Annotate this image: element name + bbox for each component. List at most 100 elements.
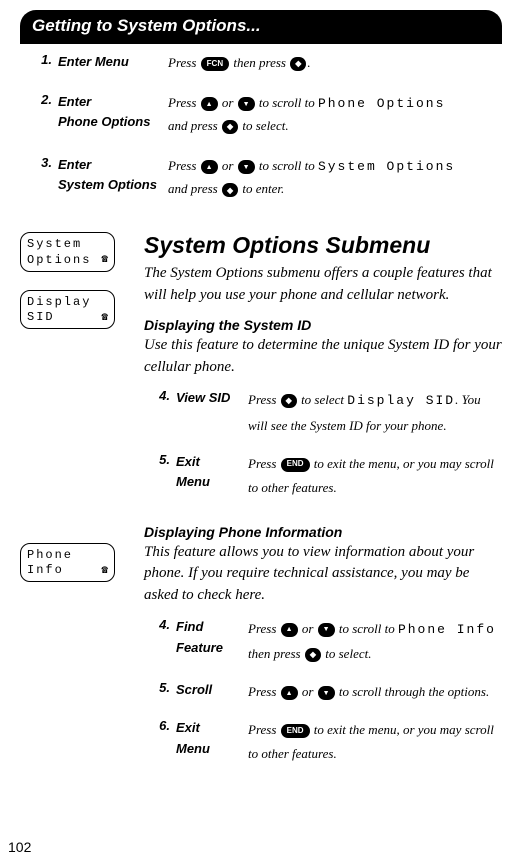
down-key-icon [238,97,255,111]
step-label: View SID [176,388,248,437]
text: to select. [239,118,288,133]
text: or [299,684,317,699]
step-number: 5. [150,452,170,500]
step-label: Enter System Options [58,155,168,200]
lcd-line: System [27,237,108,253]
lcd-text: Phone Info [398,622,496,637]
step-number: 5. [150,680,170,704]
intro-paragraph: The System Options submenu offers a coup… [144,263,502,307]
step-description: Press END to exit the menu, or you may s… [248,718,502,766]
text: Exit [176,720,200,735]
end-key-icon: END [281,458,310,472]
step-row: 5. Exit Menu Press END to exit the menu,… [150,452,502,500]
section-paragraph: Use this feature to determine the unique… [144,335,502,379]
lcd-line: SID [27,310,108,326]
step-number: 1. [34,52,52,74]
procedure-header: Getting to System Options... [20,10,502,44]
phone-icon: ☎ [101,311,108,325]
step-label: Find Feature [176,617,248,666]
text: Press [248,456,280,471]
text: Exit [176,454,200,469]
lcd-line: Options [27,253,108,269]
select-key-icon [281,394,297,408]
step-row: 1. Enter Menu Press FCN then press . [34,52,488,74]
text: Menu [176,474,210,489]
step-number: 3. [34,155,52,200]
step-number: 4. [150,388,170,437]
text: Feature [176,640,223,655]
text: Press [248,392,280,407]
step-row: 4. View SID Press to select Display SID.… [150,388,502,437]
text: then press [230,55,289,70]
section-heading: Displaying the System ID [144,317,502,333]
lcd-text: Phone Options [318,96,445,111]
text: Press [248,621,280,636]
text: to scroll to [336,621,398,636]
section-heading: Displaying Phone Information [144,524,502,540]
text: to enter. [239,181,284,196]
text: Press [248,722,280,737]
lcd-line: Info [27,563,108,579]
text: to select [298,392,347,407]
text: System Options [58,177,157,192]
down-key-icon [318,623,335,637]
step-label: Enter Menu [58,52,168,74]
content-area: System Options Submenu The System Option… [144,232,502,780]
procedure-title: Getting to System Options... [32,16,261,35]
text: Press [168,55,200,70]
text: Menu [176,741,210,756]
step-description: Press or to scroll to Phone Info then pr… [248,617,502,666]
step-list: 4. View SID Press to select Display SID.… [144,388,502,499]
text: Press [168,95,200,110]
step-row: 2. Enter Phone Options Press or to scrol… [34,92,488,137]
step-description: Press or to scroll to System Options and… [168,155,488,200]
lcd-line: Display [27,295,108,311]
up-key-icon [201,97,218,111]
sidebar: System Options ☎ Display SID ☎ Phone Inf… [20,232,128,780]
lcd-line: Phone [27,548,108,564]
text: . [307,55,310,70]
lcd-text: System Options [318,159,455,174]
step-number: 6. [150,718,170,766]
step-description: Press to select Display SID. You will se… [248,388,502,437]
step-description: Press or to scroll to Phone Options and … [168,92,488,137]
lcd-display-icon: System Options ☎ [20,232,115,271]
text: to scroll to [256,158,318,173]
step-label: Enter Phone Options [58,92,168,137]
step-list: 4. Find Feature Press or to scroll to Ph… [144,617,502,766]
text: Press [248,684,280,699]
text: to select. [322,646,371,661]
down-key-icon [318,686,335,700]
text: or [219,95,237,110]
step-number: 4. [150,617,170,666]
up-key-icon [281,623,298,637]
text: or [299,621,317,636]
step-row: 6. Exit Menu Press END to exit the menu,… [150,718,502,766]
step-row: 4. Find Feature Press or to scroll to Ph… [150,617,502,666]
step-row: 5. Scroll Press or to scroll through the… [150,680,502,704]
text: or [219,158,237,173]
page-number: 102 [8,839,31,855]
text: Phone Options [58,114,150,129]
phone-icon: ☎ [101,564,108,578]
text: and press [168,181,221,196]
text: and press [168,118,221,133]
step-label: Exit Menu [176,718,248,766]
step-row: 3. Enter System Options Press or to scro… [34,155,488,200]
text: then press [248,646,304,661]
select-key-icon [222,120,238,134]
text: Enter [58,157,91,172]
main-columns: System Options ☎ Display SID ☎ Phone Inf… [20,232,502,780]
lcd-display-icon: Phone Info ☎ [20,543,115,582]
down-key-icon [238,160,255,174]
select-key-icon [290,57,306,71]
text: Press [168,158,200,173]
fcn-key-icon: FCN [201,57,229,71]
page-title: System Options Submenu [144,232,502,259]
end-key-icon: END [281,724,310,738]
step-number: 2. [34,92,52,137]
section-paragraph: This feature allows you to view informat… [144,542,502,607]
select-key-icon [222,183,238,197]
step-description: Press or to scroll through the options. [248,680,502,704]
up-key-icon [201,160,218,174]
